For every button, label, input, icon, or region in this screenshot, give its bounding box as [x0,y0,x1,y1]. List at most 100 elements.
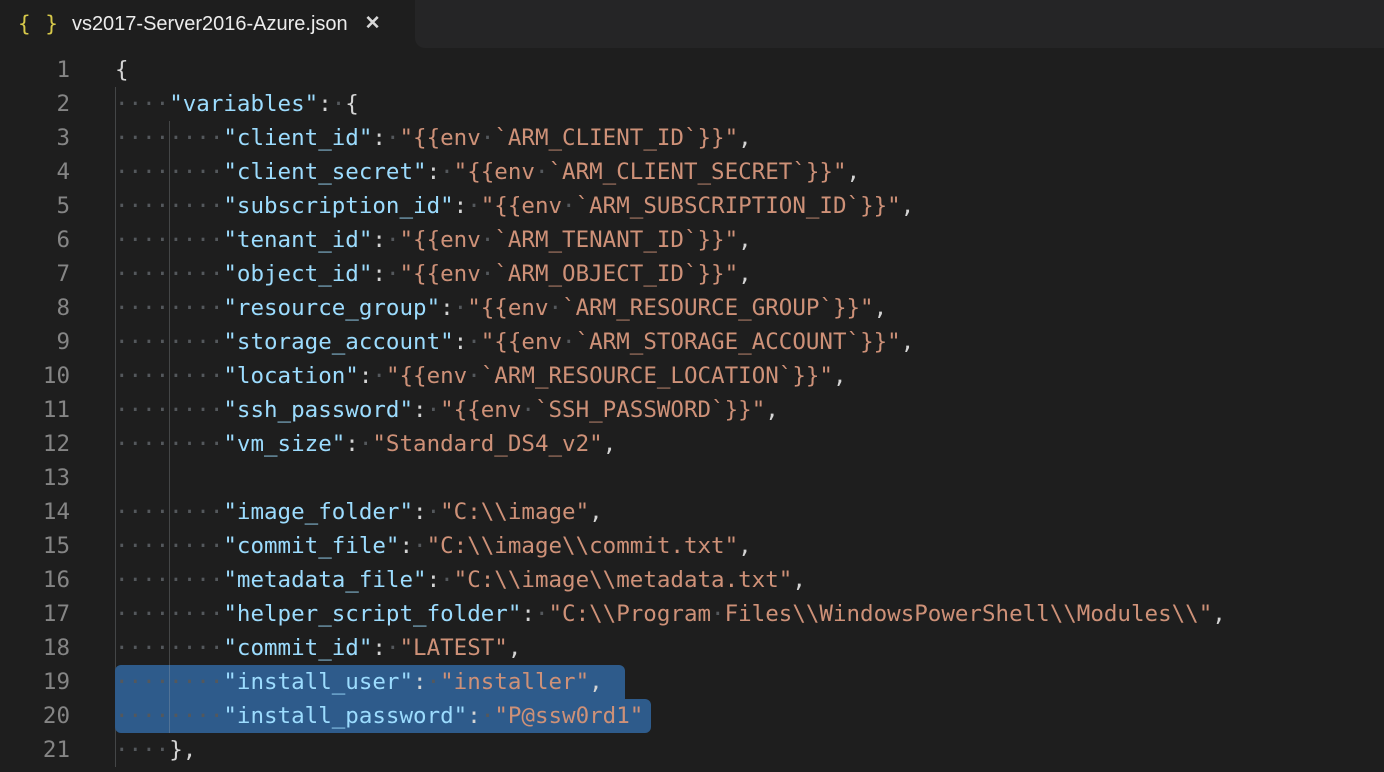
tab-bar: { } vs2017-Server2016-Azure.json ✕ [0,0,1384,48]
code-text: ········"object_id":·"{{env·`ARM_OBJECT_… [115,257,752,291]
line-number[interactable]: 5 [0,189,70,223]
code-line[interactable]: 14········"image_folder":·"C:\\image", [0,495,1384,529]
code-token: "Standard_DS4_v2" [372,431,602,457]
code-line[interactable]: 21····}, [0,733,1384,767]
code-token: · [386,227,400,253]
code-token: · [481,227,495,253]
tab-vs2017-server2016-azure[interactable]: { } vs2017-Server2016-Azure.json ✕ [0,0,415,48]
code-line[interactable]: 10········"location":·"{{env·`ARM_RESOUR… [0,359,1384,393]
code-token: "install_user" [223,669,413,695]
line-number[interactable]: 18 [0,631,70,665]
line-number[interactable]: 1 [0,53,70,87]
code-token: `ARM_SUBSCRIPTION_ID`}}" [576,193,901,219]
code-token: · [549,295,563,321]
code-token: , [792,567,806,593]
code-line[interactable]: 7········"object_id":·"{{env·`ARM_OBJECT… [0,257,1384,291]
line-number[interactable]: 9 [0,325,70,359]
code-token: "commit_id" [223,635,372,661]
code-text: ········"vm_size":·"Standard_DS4_v2", [115,427,616,461]
line-number[interactable]: 16 [0,563,70,597]
line-number[interactable]: 17 [0,597,70,631]
line-number[interactable]: 12 [0,427,70,461]
line-number[interactable]: 4 [0,155,70,189]
line-number[interactable]: 15 [0,529,70,563]
code-text: ········"metadata_file":·"C:\\image\\met… [115,563,806,597]
line-number[interactable]: 6 [0,223,70,257]
code-token: { [115,57,129,83]
code-token: : [399,533,413,559]
code-line[interactable]: 4········"client_secret":·"{{env·`ARM_CL… [0,155,1384,189]
code-token: · [562,329,576,355]
code-line[interactable]: 3 ········"client_id":·"{{env·`ARM_CLIENT… [0,121,1384,155]
code-token: "C:\\image" [440,499,589,525]
code-token: , [738,227,752,253]
line-number[interactable]: 21 [0,733,70,767]
code-token: "client_secret" [223,159,426,185]
line-number[interactable]: 2 [0,87,70,121]
code-token: "C:\\image\\metadata.txt" [454,567,793,593]
line-number[interactable]: 10 [0,359,70,393]
code-token: `ARM_RESOURCE_GROUP`}}" [562,295,874,321]
code-token: "C:\\image\\commit.txt" [427,533,739,559]
code-line[interactable]: 15········"commit_file":·"C:\\image\\com… [0,529,1384,563]
code-token: , [765,397,779,423]
line-number[interactable]: 7 [0,257,70,291]
code-line[interactable]: 11········"ssh_password":·"{{env·`SSH_PA… [0,393,1384,427]
code-token: · [386,261,400,287]
code-token: · [481,261,495,287]
code-token: "{{env [481,329,562,355]
code-line[interactable]: 6········"tenant_id":·"{{env·`ARM_TENANT… [0,223,1384,257]
code-line[interactable]: 8········"resource_group":·"{{env·`ARM_R… [0,291,1384,325]
code-token: : [345,431,359,457]
code-token: : [372,635,386,661]
code-token: "location" [223,363,358,389]
code-line[interactable]: 19········"install_user":·"installer", [0,665,1384,699]
code-line[interactable]: 12 ········"vm_size":·"Standard_DS4_v2", [0,427,1384,461]
code-line[interactable]: 16 ········"metadata_file":·"C:\\image\\m… [0,563,1384,597]
code-token: · [535,601,549,627]
code-token: "object_id" [223,261,372,287]
code-token: · [535,159,549,185]
code-line[interactable]: 18 ········"commit_id":·"LATEST", [0,631,1384,665]
code-token: · [427,499,441,525]
line-number[interactable]: 3 [0,121,70,155]
code-line[interactable]: 5 ········"subscription_id":·"{{env·`ARM_… [0,189,1384,223]
line-number[interactable]: 19 [0,665,70,699]
line-number[interactable]: 8 [0,291,70,325]
code-line[interactable]: 9········"storage_account":·"{{env·`ARM_… [0,325,1384,359]
code-line[interactable]: 13 [0,461,1384,495]
code-token: : [413,397,427,423]
line-number[interactable]: 20 [0,699,70,733]
line-number[interactable]: 11 [0,393,70,427]
code-token: "{{env [467,295,548,321]
code-token: "image_folder" [223,499,413,525]
code-text: ········"subscription_id":·"{{env·`ARM_S… [115,189,914,223]
line-number[interactable]: 14 [0,495,70,529]
code-token: "commit_file" [223,533,399,559]
code-line[interactable]: 2····"variables":·{ [0,87,1384,121]
close-tab-icon[interactable]: ✕ [365,0,381,48]
line-number[interactable]: 13 [0,461,70,495]
code-token: , [738,533,752,559]
code-text: ········"tenant_id":·"{{env·`ARM_TENANT_… [115,223,752,257]
code-token: "variables" [169,91,318,117]
code-token: : [413,499,427,525]
code-token: "{{env [481,193,562,219]
code-text: ········"client_id":·"{{env·`ARM_CLIENT_… [115,121,752,155]
code-token: "{{env [399,261,480,287]
code-token: · [711,601,725,627]
code-line[interactable]: 1{ [0,53,1384,87]
code-token: · [359,431,373,457]
code-line[interactable]: 20········"install_password":·"P@ssw0rd1… [0,699,1384,733]
code-token: : [427,159,441,185]
code-token: · [386,125,400,151]
code-text: ········"image_folder":·"C:\\image", [115,495,603,529]
code-token: , [738,261,752,287]
code-line[interactable]: 17········"helper_script_folder":·"C:\\P… [0,597,1384,631]
code-token: · [440,159,454,185]
code-text: ········"helper_script_folder":·"C:\\Pro… [115,597,1226,631]
code-token: : [318,91,332,117]
code-text: ········"commit_id":·"LATEST", [115,631,521,665]
code-editor[interactable]: 1{2····"variables":·{3········"client_id… [0,48,1384,767]
code-token: : [440,295,454,321]
